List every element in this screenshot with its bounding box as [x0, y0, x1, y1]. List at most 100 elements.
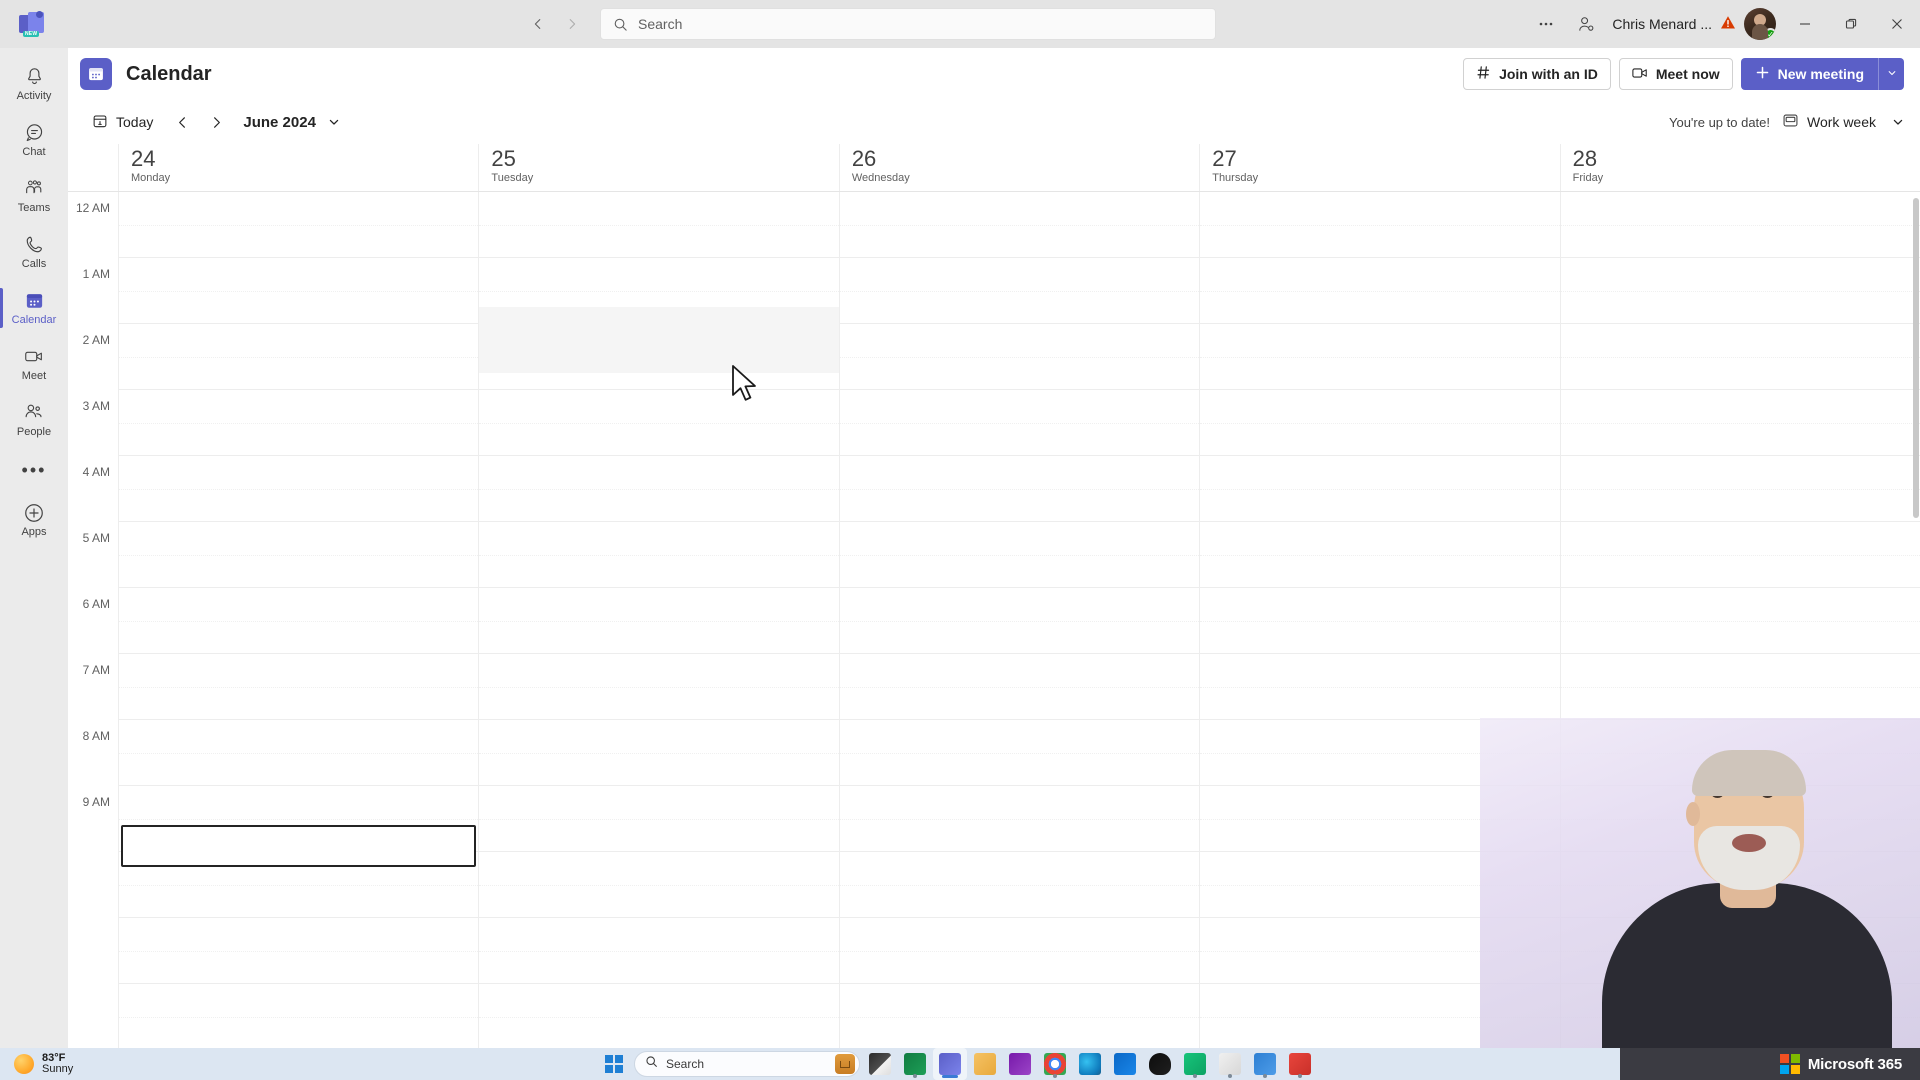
hour-slot[interactable]	[479, 786, 840, 852]
minimize-button[interactable]	[1782, 0, 1828, 48]
hour-slot[interactable]	[119, 456, 479, 522]
taskbar-search-label[interactable]: Search	[666, 1057, 827, 1071]
search-input[interactable]: Search	[638, 16, 682, 32]
taskbar-snagit-icon[interactable]	[1248, 1048, 1282, 1080]
taskbar-alienware-icon[interactable]	[1143, 1048, 1177, 1080]
previous-week-button[interactable]	[167, 107, 197, 137]
view-chevron-down-icon[interactable]	[1892, 116, 1904, 128]
day-column[interactable]	[838, 192, 1200, 1048]
hour-slot[interactable]	[1560, 192, 1920, 258]
hour-slot[interactable]	[839, 258, 1200, 324]
hour-slot[interactable]	[839, 522, 1200, 588]
back-button[interactable]	[522, 8, 554, 40]
new-meeting-button[interactable]: New meeting	[1740, 58, 1878, 90]
taskbar-camtasia-red-icon[interactable]	[1283, 1048, 1317, 1080]
hour-slot[interactable]	[839, 588, 1200, 654]
hour-slot[interactable]	[119, 984, 479, 1048]
global-search-bar[interactable]: Search	[600, 8, 1216, 40]
hour-slot[interactable]	[1560, 588, 1920, 654]
titlebar-more-button[interactable]	[1526, 4, 1566, 44]
day-column-header[interactable]: 27 Thursday	[1199, 144, 1559, 191]
hour-slot[interactable]	[1200, 654, 1561, 720]
hour-slot[interactable]	[1200, 390, 1561, 456]
hour-slot[interactable]	[479, 654, 840, 720]
sidebar-item-people[interactable]: People	[0, 392, 68, 448]
hour-slot[interactable]	[119, 324, 479, 390]
selected-time-slot[interactable]	[121, 825, 477, 867]
hour-slot[interactable]	[479, 852, 840, 918]
meet-now-button[interactable]: Meet now	[1618, 58, 1733, 90]
taskbar-chrome-icon[interactable]	[1038, 1048, 1072, 1080]
hour-slot[interactable]	[839, 456, 1200, 522]
hour-slot[interactable]	[479, 522, 840, 588]
hour-slot[interactable]	[839, 786, 1200, 852]
add-people-icon[interactable]	[1566, 4, 1606, 44]
hour-slot[interactable]	[1560, 522, 1920, 588]
taskbar-outlook-icon[interactable]	[1108, 1048, 1142, 1080]
avatar[interactable]: ✓	[1744, 8, 1776, 40]
hour-slot[interactable]	[1560, 258, 1920, 324]
hour-slot[interactable]	[1200, 192, 1561, 258]
hour-slot[interactable]	[839, 720, 1200, 786]
sidebar-item-calendar[interactable]: Calendar	[0, 280, 68, 336]
join-with-id-button[interactable]: Join with an ID	[1463, 58, 1611, 90]
hour-slot[interactable]	[1200, 324, 1561, 390]
hour-slot[interactable]	[1560, 390, 1920, 456]
hour-slot[interactable]	[839, 918, 1200, 984]
hour-slot[interactable]	[479, 984, 840, 1048]
sidebar-item-apps[interactable]: Apps	[0, 492, 68, 548]
new-meeting-dropdown-button[interactable]	[1878, 58, 1904, 90]
hour-slot[interactable]	[119, 654, 479, 720]
day-column[interactable]	[118, 192, 479, 1048]
month-picker-chevron-down-icon[interactable]	[328, 116, 340, 128]
hour-slot[interactable]	[119, 258, 479, 324]
sidebar-item-teams[interactable]: Teams	[0, 168, 68, 224]
hour-slot[interactable]	[119, 588, 479, 654]
taskbar-teams-icon[interactable]	[933, 1048, 967, 1080]
taskbar-search-box[interactable]: Search	[634, 1051, 860, 1077]
hour-slot[interactable]	[839, 654, 1200, 720]
hour-slot[interactable]	[1200, 456, 1561, 522]
hour-slot[interactable]	[839, 390, 1200, 456]
taskbar-onenote-icon[interactable]	[1003, 1048, 1037, 1080]
hour-slot[interactable]	[479, 390, 840, 456]
taskbar-excel-icon[interactable]	[898, 1048, 932, 1080]
hour-slot[interactable]	[1560, 324, 1920, 390]
forward-button[interactable]	[556, 8, 588, 40]
hour-slot[interactable]	[479, 588, 840, 654]
hour-slot[interactable]	[119, 918, 479, 984]
scrollbar-thumb[interactable]	[1913, 198, 1919, 518]
windows-start-icon[interactable]	[603, 1053, 625, 1075]
account-menu[interactable]: Chris Menard ... ✓	[1606, 8, 1782, 40]
hour-slot[interactable]	[1200, 258, 1561, 324]
hour-slot[interactable]	[1200, 522, 1561, 588]
taskbar-folder-icon[interactable]	[968, 1048, 1002, 1080]
sidebar-item-meet[interactable]: Meet	[0, 336, 68, 392]
taskbar-snagit-editor-icon[interactable]	[1213, 1048, 1247, 1080]
briefcase-icon[interactable]	[835, 1054, 855, 1074]
hour-slot[interactable]	[479, 918, 840, 984]
hour-slot[interactable]	[839, 984, 1200, 1048]
hour-slot[interactable]	[479, 720, 840, 786]
day-column[interactable]	[478, 192, 840, 1048]
taskbar-edge-icon[interactable]	[1073, 1048, 1107, 1080]
hour-slot[interactable]	[1560, 654, 1920, 720]
sidebar-item-activity[interactable]: Activity	[0, 56, 68, 112]
day-column-header[interactable]: 26 Wednesday	[838, 144, 1199, 191]
hour-slot[interactable]	[119, 720, 479, 786]
hour-slot[interactable]	[839, 852, 1200, 918]
today-button[interactable]: Today	[82, 107, 163, 137]
hour-slot[interactable]	[1560, 456, 1920, 522]
day-column-header[interactable]: 28 Friday	[1559, 144, 1920, 191]
taskbar-file-explorer-dark-icon[interactable]	[863, 1048, 897, 1080]
hour-slot[interactable]	[119, 192, 479, 258]
restore-button[interactable]	[1828, 0, 1874, 48]
hour-slot[interactable]	[1200, 588, 1561, 654]
hour-slot[interactable]	[119, 522, 479, 588]
hour-slot[interactable]	[479, 456, 840, 522]
close-button[interactable]	[1874, 0, 1920, 48]
day-column-header[interactable]: 25 Tuesday	[478, 144, 838, 191]
sidebar-more-button[interactable]: •••	[0, 448, 68, 492]
sidebar-item-calls[interactable]: Calls	[0, 224, 68, 280]
sidebar-item-chat[interactable]: Chat	[0, 112, 68, 168]
